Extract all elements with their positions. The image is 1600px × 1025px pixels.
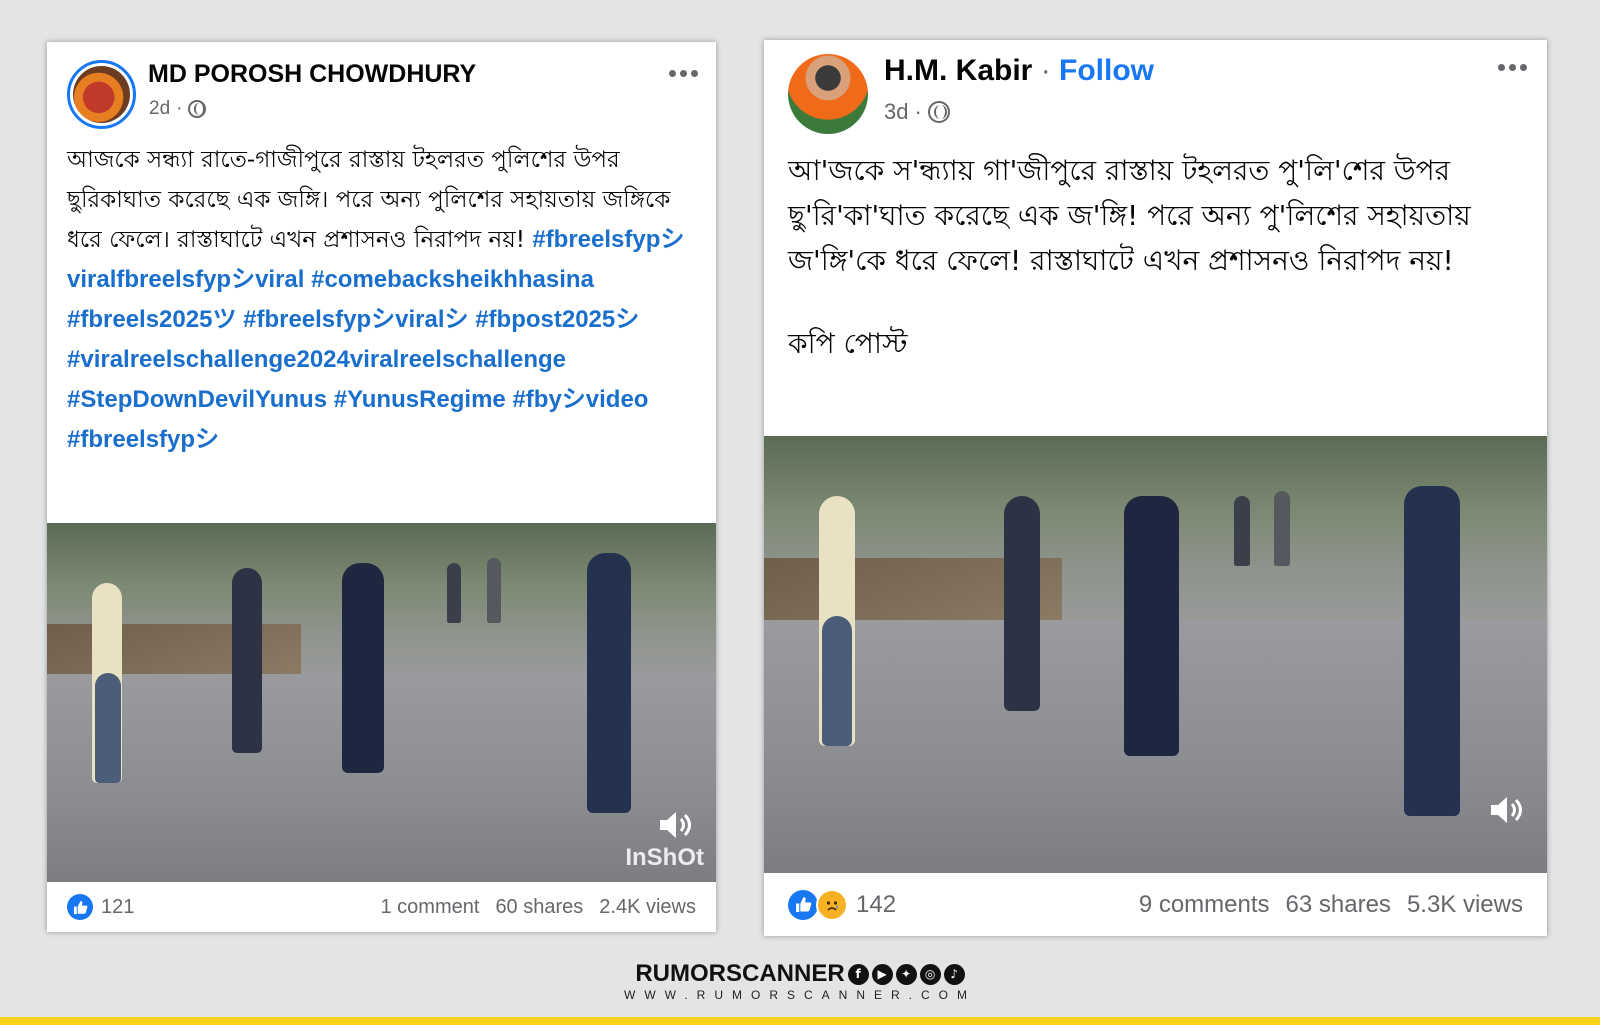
share-count[interactable]: 60 shares xyxy=(495,896,583,919)
post-time[interactable]: 3d xyxy=(884,99,908,125)
meta-separator: · xyxy=(914,99,922,124)
meta-separator: · xyxy=(1032,54,1060,87)
more-options-icon[interactable] xyxy=(669,70,698,77)
sad-reaction-icon xyxy=(816,888,848,921)
video-watermark: InShOt xyxy=(625,844,704,871)
volume-icon[interactable] xyxy=(658,810,694,840)
post-text: আ'জকে স'ন্ধ্যায় গা'জীপুরে রাস্তায় টহলর… xyxy=(788,148,1538,366)
hashtags[interactable]: #fbreelsfypシviralfbreelsfypシviral #comeb… xyxy=(67,226,684,453)
post-body: আ'জকে স'ন্ধ্যায় গা'জীপুরে রাস্তায় টহলর… xyxy=(788,154,1471,277)
post-time[interactable]: 2d xyxy=(149,98,170,120)
facebook-icon: f xyxy=(847,963,869,985)
instagram-icon: ◎ xyxy=(919,963,941,985)
post-stats: 1 comment 60 shares 2.4K views xyxy=(381,896,697,919)
view-count: 5.3K views xyxy=(1406,890,1523,918)
author-name[interactable]: H.M. Kabir xyxy=(884,54,1032,87)
video-player[interactable]: InShOt xyxy=(47,523,716,882)
post-footer: 121 1 comment 60 shares 2.4K views xyxy=(47,882,716,932)
reactions[interactable]: 142 xyxy=(788,888,897,921)
comment-count[interactable]: 1 comment xyxy=(381,896,480,919)
youtube-icon: ▶ xyxy=(871,963,893,985)
like-icon xyxy=(788,889,818,920)
more-options-icon[interactable] xyxy=(1498,64,1527,71)
globe-icon xyxy=(188,100,207,118)
post-card-porosh: MD POROSH CHOWDHURY 2d · আজকে সন্ধ্যা রা… xyxy=(47,42,716,932)
post-text: আজকে সন্ধ্যা রাতে-গাজীপুরে রাস্তায় টহলর… xyxy=(67,140,707,460)
brand-name: RUMORSCANNER xyxy=(635,960,845,987)
author-line: H.M. Kabir · Follow xyxy=(884,54,1154,88)
brand-bar xyxy=(0,1017,1600,1025)
post-footnote: কপি পোস্ট xyxy=(788,327,908,360)
brand-url: WWW.RUMORSCANNER.COM xyxy=(624,988,976,1002)
tiktok-icon: ♪ xyxy=(943,963,965,985)
post-footer: 142 9 comments 63 shares 5.3K views xyxy=(764,873,1547,936)
reactions[interactable]: 121 xyxy=(67,894,134,920)
volume-icon[interactable] xyxy=(1489,795,1525,825)
avatar[interactable] xyxy=(788,54,868,134)
avatar[interactable] xyxy=(67,60,136,129)
follow-button[interactable]: Follow xyxy=(1059,54,1154,87)
post-stats: 9 comments 63 shares 5.3K views xyxy=(1139,891,1523,919)
post-card-kabir: H.M. Kabir · Follow 3d · আ'জকে স'ন্ধ্যায… xyxy=(764,40,1547,936)
reaction-count: 121 xyxy=(101,895,135,918)
meta-separator: · xyxy=(176,98,183,119)
globe-icon xyxy=(927,101,950,123)
reaction-count: 142 xyxy=(856,890,897,918)
video-player[interactable] xyxy=(764,436,1547,873)
brand-logo: RUMORSCANNER f ▶ ✦ ◎ ♪ WWW.RUMORSCANNER.… xyxy=(0,960,1600,1002)
share-count[interactable]: 63 shares xyxy=(1286,891,1391,919)
comment-count[interactable]: 9 comments xyxy=(1139,891,1270,919)
author-name[interactable]: MD POROSH CHOWDHURY xyxy=(148,60,476,89)
view-count: 2.4K views xyxy=(599,895,696,918)
like-icon xyxy=(67,894,93,920)
twitter-icon: ✦ xyxy=(895,963,917,985)
post-meta: 3d · xyxy=(884,99,950,125)
post-meta: 2d · xyxy=(149,98,207,120)
